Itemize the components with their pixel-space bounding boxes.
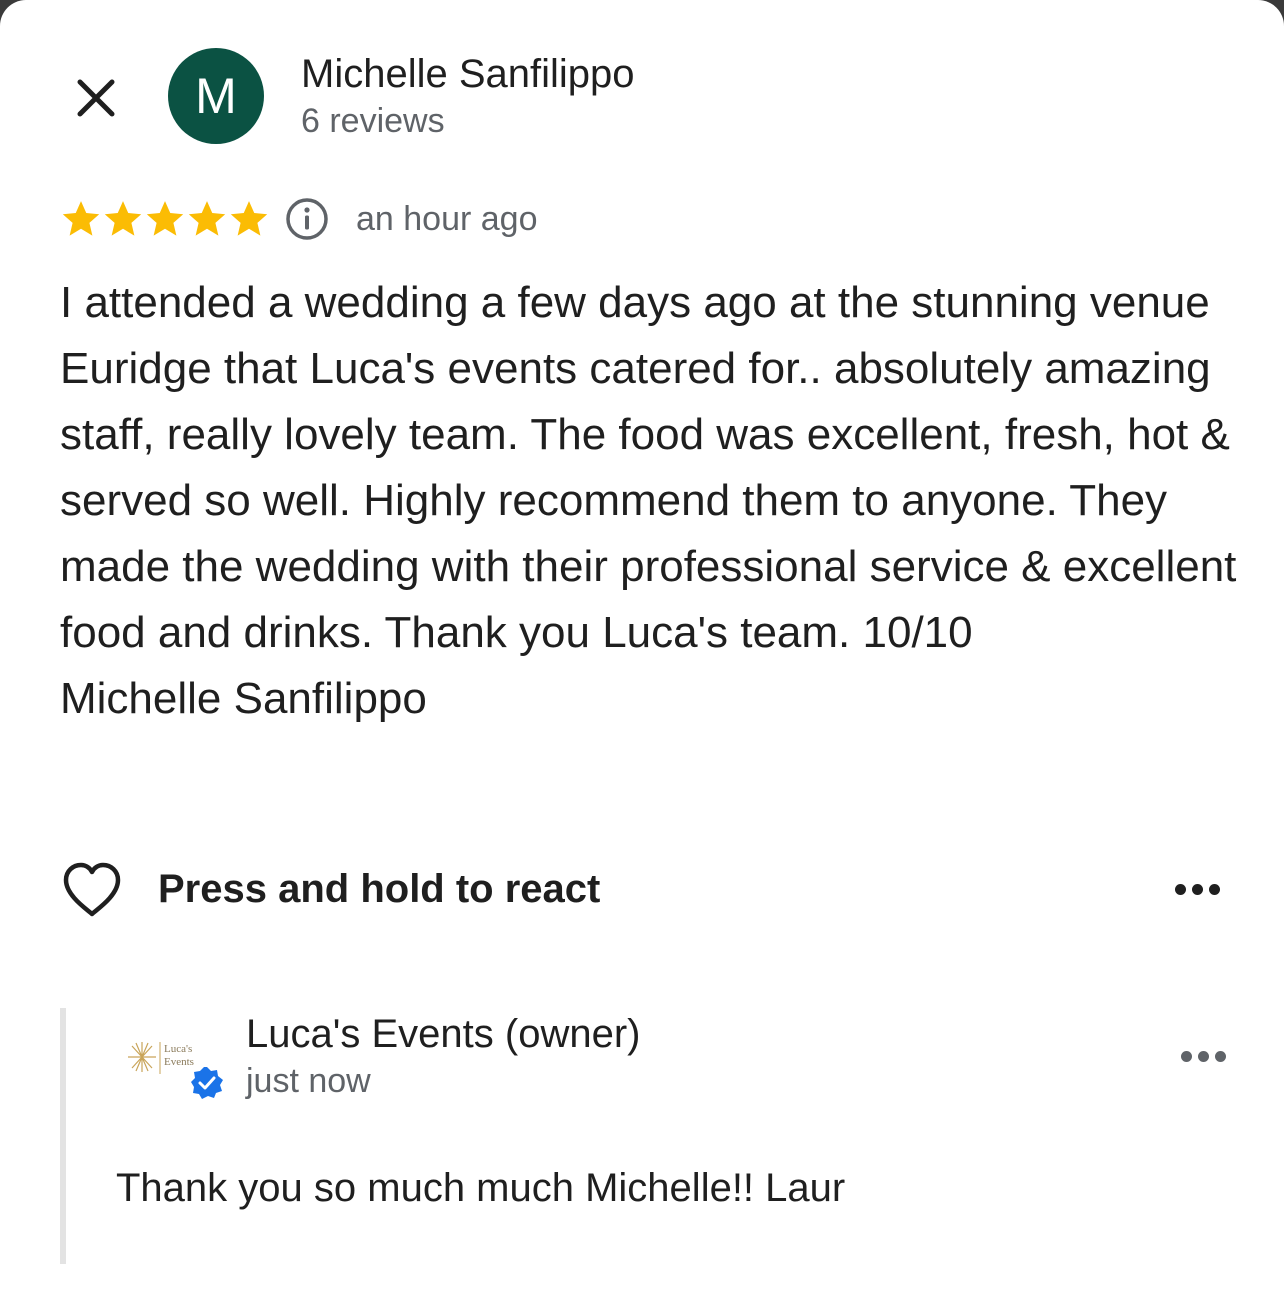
reviewer-review-count[interactable]: 6 reviews [301,100,445,142]
review-detail-sheet: M Michelle Sanfilippo 6 reviews an hour … [0,0,1284,1305]
logo-text-line1: Luca's [164,1043,192,1055]
more-dot [1192,883,1203,895]
review-time: an hour ago [356,199,538,238]
owner-reply-text: Thank you so much much Michelle!! Laur [116,1166,846,1210]
star-icon [62,201,100,236]
star-icon [104,201,142,236]
star-rating [60,198,270,240]
more-dot [1198,1050,1209,1062]
star-icon [146,201,184,236]
review-more-button[interactable] [1160,869,1220,909]
more-horizontal-icon [1181,1050,1192,1062]
close-icon [77,79,115,117]
reviewer-name[interactable]: Michelle Sanfilippo [301,50,635,98]
logo-sparkle-icon [128,1042,156,1072]
close-button[interactable] [66,68,126,128]
info-icon[interactable] [284,196,330,242]
verified-badge-icon [191,1067,223,1099]
rating-row: an hour ago [60,192,538,246]
more-dot [1209,883,1220,895]
reply-more-button[interactable] [1166,1036,1226,1076]
react-row: Press and hold to react [60,856,1220,922]
owner-reply: Luca's Events Luca's Events (owner) just… [60,1008,1226,1264]
review-text: I attended a wedding a few days ago at t… [60,278,1237,723]
more-dot [1215,1050,1226,1062]
star-icon [230,201,268,236]
avatar-initial: M [195,68,237,124]
reviewer-avatar[interactable]: M [168,48,264,144]
owner-name: Luca's Events (owner) [246,1012,641,1056]
more-horizontal-icon [1175,883,1186,895]
owner-reply-time: just now [246,1062,371,1100]
react-button[interactable] [60,856,130,922]
react-label[interactable]: Press and hold to react [158,867,600,912]
heart-outline-icon [63,862,121,917]
star-icon [188,201,226,236]
